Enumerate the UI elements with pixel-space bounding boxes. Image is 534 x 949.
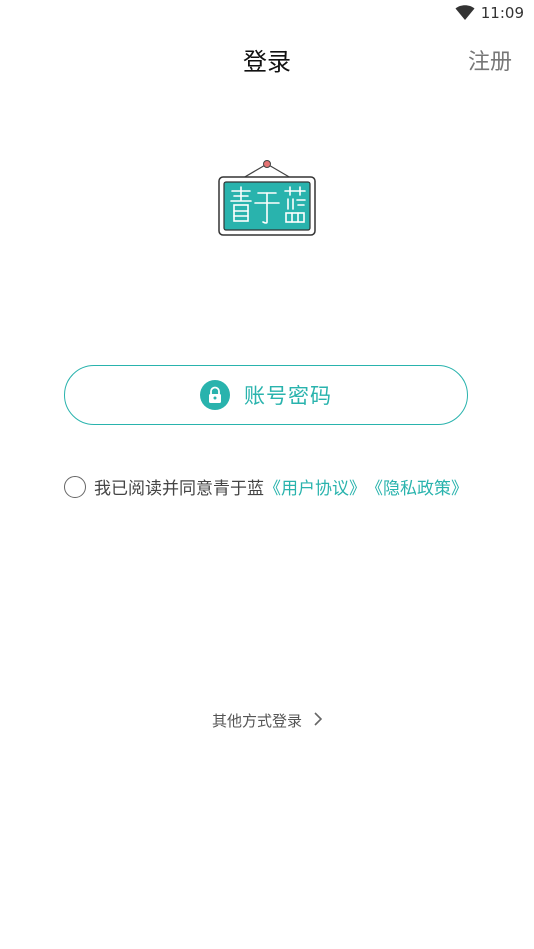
app-logo (217, 158, 317, 238)
agreement-text: 我已阅读并同意青于蓝 (94, 479, 264, 499)
status-time: 11:09 (480, 4, 524, 22)
user-agreement-link[interactable]: 《用户协议》 (264, 474, 366, 499)
agreement-row: 我已阅读并同意青于蓝 《用户协议》 《隐私政策》 (64, 474, 468, 499)
register-link[interactable]: 注册 (468, 44, 512, 76)
other-login-label: 其他方式登录 (211, 712, 302, 730)
account-password-login-button[interactable]: 账号密码 (64, 365, 468, 425)
login-button-label: 账号密码 (244, 384, 332, 408)
title-bar: 登录 注册 (0, 38, 534, 82)
wifi-icon (455, 5, 475, 21)
privacy-policy-link[interactable]: 《隐私政策》 (366, 474, 468, 499)
status-bar: 11:09 (0, 0, 534, 30)
status-right: 11:09 (455, 4, 524, 22)
agree-checkbox[interactable] (64, 475, 86, 498)
page-title: 登录 (243, 48, 291, 76)
lock-icon (200, 380, 230, 410)
chevron-right-icon (314, 711, 323, 730)
other-login-methods[interactable]: 其他方式登录 (0, 710, 534, 731)
